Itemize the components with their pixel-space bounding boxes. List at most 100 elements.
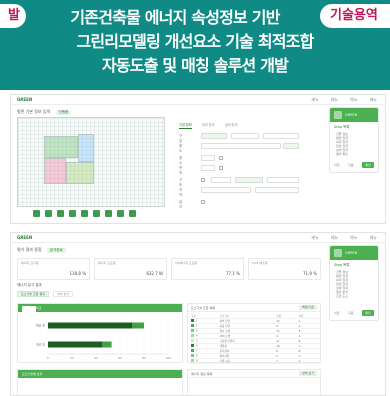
plan-zone[interactable] (78, 134, 94, 162)
comparison-bar-chart: 0 20 40 60 80 100 개선 전개선 후 (36, 316, 171, 360)
move-tool-icon[interactable] (57, 210, 64, 217)
text-field[interactable] (267, 177, 299, 183)
nav-links: 메뉴 메뉴 메뉴 메뉴 (312, 97, 378, 103)
panel-title: 요소기술별 효과 (22, 372, 43, 376)
select-field[interactable] (211, 177, 231, 183)
select-tool-icon[interactable] (33, 210, 40, 217)
confirm-button[interactable]: 확인 (362, 310, 374, 316)
select-field[interactable] (283, 143, 299, 149)
select-field[interactable] (231, 133, 259, 139)
field-label: 용도 (179, 144, 183, 153)
cell-text: 9 (276, 324, 278, 328)
cell-text: 고효율 보일러 (219, 340, 235, 343)
step-list: 건물 정보 평면 입력 외피 입력 창호 입력 설비 입력 결과 분석 조합 도… (336, 270, 378, 298)
table-cell: 7 (275, 358, 298, 364)
table-row[interactable]: 9 기밀 시공 7 A (190, 358, 320, 364)
bar-segment (48, 322, 132, 329)
form-tabs: 기본정보 외피정보 설비정보 (179, 123, 238, 129)
undo-tool-icon[interactable] (93, 210, 100, 217)
save-tool-icon[interactable] (129, 210, 136, 217)
x-tick-label: 40 (94, 356, 98, 360)
subsection-title: 에너지 분석 결과 (17, 283, 42, 287)
nav-links: 메뉴 메뉴 메뉴 메뉴 (312, 235, 378, 241)
nav-link[interactable]: 메뉴 (350, 97, 357, 103)
text-field[interactable] (263, 133, 299, 139)
x-tick-label: 0 (47, 356, 49, 360)
plan-zone[interactable] (44, 158, 66, 184)
detail-button[interactable]: 상세 보기 (299, 371, 317, 376)
nav-link[interactable]: 메뉴 (370, 235, 377, 241)
cell-text: 6 (196, 344, 198, 348)
nav-link[interactable]: 메뉴 (312, 97, 319, 103)
zoom-tool-icon[interactable] (117, 210, 124, 217)
stat-value: 118.8 % (69, 271, 86, 276)
text-field[interactable] (201, 187, 251, 193)
draw-tool-icon[interactable] (45, 210, 52, 217)
checkbox[interactable] (219, 156, 223, 160)
number-field[interactable] (201, 165, 215, 171)
stat-card: 에너지 소요량 632.7 W (94, 258, 167, 280)
card-name: GREEN (345, 113, 358, 117)
nav-link[interactable]: 메뉴 (331, 97, 338, 103)
x-tick-label: 20 (70, 356, 74, 360)
copy-tool-icon[interactable] (69, 210, 76, 217)
step-item[interactable]: 결과 확인 (336, 152, 378, 156)
select-field[interactable] (235, 177, 263, 183)
checkbox[interactable] (201, 178, 205, 182)
redo-tool-icon[interactable] (105, 210, 112, 217)
plan-zone[interactable] (44, 136, 78, 158)
tab-detail[interactable]: 세부 분석 (53, 291, 73, 297)
text-field[interactable] (201, 143, 281, 149)
cell-text: B (298, 339, 301, 343)
tab-basic[interactable]: 기본정보 (179, 123, 192, 129)
export-button[interactable]: 엑셀 다운 (299, 305, 317, 310)
nav-link[interactable]: 메뉴 (370, 97, 377, 103)
cell-text: 기밀 시공 (219, 360, 230, 363)
checkbox[interactable] (201, 200, 205, 204)
cell-text: 외벽 단열 (219, 320, 230, 323)
number-field[interactable] (201, 155, 215, 161)
tab-combination[interactable]: 요소기술 조합 결과 (17, 291, 49, 297)
legend-swatch (191, 359, 194, 363)
section-title-text: 평가 결과 종합 (17, 247, 42, 252)
cell-text: 9 (196, 359, 198, 363)
category-label: 개선 후 (36, 342, 45, 347)
select-field[interactable] (201, 133, 227, 139)
cell-text: 18 (276, 344, 280, 348)
legend-swatch (191, 319, 194, 323)
cell-text: 태양광 (219, 345, 227, 348)
app-logo[interactable]: GREEN (17, 97, 32, 102)
cell-text: 2 (196, 324, 198, 328)
bar-segment (102, 341, 112, 348)
card-header: GREEN (330, 108, 378, 122)
cell-text: 12 (276, 319, 280, 323)
category-label: 개선 전 (36, 323, 45, 328)
text-field[interactable] (255, 187, 299, 193)
nav-link[interactable]: 메뉴 (331, 235, 338, 241)
step-item[interactable]: 조합 도출 (336, 294, 378, 298)
confirm-button[interactable]: 확인 (362, 162, 374, 168)
stat-label: 에너지 요구량 (21, 261, 39, 265)
app-logo[interactable]: GREEN (17, 235, 32, 240)
nav-link[interactable]: 메뉴 (312, 235, 319, 241)
next-button[interactable]: 다음 (348, 162, 354, 168)
prev-button[interactable]: 이전 (334, 310, 340, 316)
top-nav: GREEN 메뉴 메뉴 메뉴 메뉴 (11, 233, 385, 243)
comparison-chart-panel: 개선 전·후 비교 상세 보기 0 20 40 60 80 100 개선 전개선 후 (17, 303, 183, 363)
checkbox[interactable] (219, 166, 223, 170)
section-title-text: 평면 기본 정보 입력 (17, 109, 51, 114)
title-line-2: 그린리모델링 개선요소 기술 최적조합 (76, 32, 314, 51)
delete-tool-icon[interactable] (81, 210, 88, 217)
tab-equipment[interactable]: 설비정보 (225, 123, 238, 129)
section-title: 평면 기본 정보 입력 진행중 (17, 109, 72, 115)
plan-zone[interactable] (66, 162, 94, 184)
prev-button[interactable]: 이전 (334, 162, 340, 168)
floor-plan-canvas[interactable] (17, 117, 165, 207)
stat-value: 71.9 % (303, 271, 317, 276)
tab-envelope[interactable]: 외피정보 (202, 123, 215, 129)
panel-header: 요소기술 조합 목록 엑셀 다운 (188, 304, 320, 312)
next-button[interactable]: 다음 (348, 310, 354, 316)
cell-text: 창호 교체 (219, 330, 230, 333)
nav-link[interactable]: 메뉴 (350, 235, 357, 241)
table-cell: A (297, 358, 320, 364)
